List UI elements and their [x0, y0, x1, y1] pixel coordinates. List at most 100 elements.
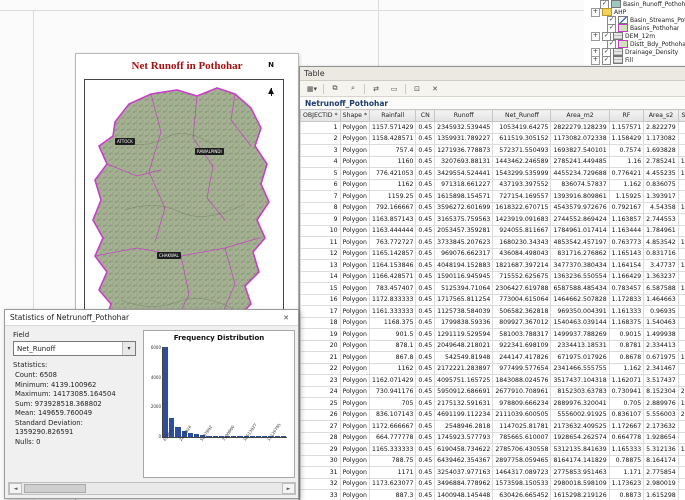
raster-layer-icon	[613, 48, 623, 56]
table-cell: 1165.333333	[370, 444, 416, 456]
table-row[interactable]: 32Polygon1173.6230770.453496884.77896215…	[301, 478, 685, 490]
expander-icon[interactable]: +	[591, 56, 600, 65]
statistics-dialog[interactable]: Statistics of Netrunoff_Pothohar ✕ Field…	[4, 309, 299, 499]
close-icon[interactable]: ✕	[279, 314, 293, 322]
attribute-grid[interactable]: OBJECTID *Shape *RainfallCNRunoffNet_Run…	[300, 109, 685, 500]
dialog-horizontal-scrollbar[interactable]: ◄ ►	[8, 482, 296, 495]
table-cell: 763.772727	[370, 237, 416, 249]
table-row[interactable]: 31Polygon11710.453254037.9771631464317.0…	[301, 467, 685, 479]
table-row[interactable]: 29Polygon1165.3333330.456190458.73462227…	[301, 444, 685, 456]
table-cell: 1172.666667	[370, 421, 416, 433]
field-dropdown[interactable]: Net_Runoff ▾	[13, 341, 136, 356]
table-row[interactable]: 16Polygon1172.8333330.451717565.81125477…	[301, 294, 685, 306]
layer-checkbox[interactable]: ✓	[602, 56, 611, 65]
table-row[interactable]: 6Polygon11620.45971318.661227437193.3975…	[301, 179, 685, 191]
table-row[interactable]: 1Polygon1157.5714290.452345932.539445105…	[301, 122, 685, 134]
table-row[interactable]: 24Polygon730.9411760.455950912.686691267…	[301, 386, 685, 398]
attribute-table-window[interactable]: Table ▦▾ ⧉⌕ ⇄▭ ⊡✕ Netrunoff_Pothohar OBJECT…	[299, 66, 685, 500]
table-cell: 4455234.729688	[551, 168, 609, 180]
chevron-down-icon[interactable]: ▾	[122, 342, 135, 355]
table-cell: 1291119.529594	[435, 329, 493, 341]
table-cell: 23	[301, 375, 341, 387]
table-cell: 10935.239287	[678, 168, 685, 180]
select-by-attributes-button[interactable]: ⌕	[345, 82, 361, 96]
expander-icon[interactable]: +	[591, 32, 600, 41]
table-row[interactable]: 33Polygon887.30.451400948.145448630426.6…	[301, 490, 685, 500]
table-row[interactable]: 3Polygon757.40.451271936.778873572371.55…	[301, 145, 685, 157]
histogram-bar	[275, 436, 280, 437]
table-row[interactable]: 23Polygon1162.0714290.454095751.16572518…	[301, 375, 685, 387]
table-row[interactable]: 4Polygon11600.453207693.881311443462.246…	[301, 156, 685, 168]
table-row[interactable]: 18Polygon1168.3750.451799838.59336809927…	[301, 317, 685, 329]
table-row[interactable]: 7Polygon1159.250.451615898.154571727154.…	[301, 191, 685, 203]
table-cell: 437193.397552	[493, 179, 551, 191]
table-row[interactable]: 13Polygon1164.1538460.454048194.15288318…	[301, 260, 685, 272]
table-row[interactable]: 20Polygon878.10.452049648.218021922341.6…	[301, 340, 685, 352]
table-cell: 3596272.601699	[435, 202, 493, 214]
table-cell: 3165375.759563	[435, 214, 493, 226]
table-row[interactable]: 22Polygon11620.452172221.283897977499.57…	[301, 363, 685, 375]
table-row[interactable]: 28Polygon664.7777780.451745923.577793785…	[301, 432, 685, 444]
layer-icon	[611, 0, 621, 8]
column-header-rainfall[interactable]: Rainfall	[370, 110, 416, 122]
table-options-button[interactable]: ▦▾	[304, 82, 320, 96]
table-cell: 792.166667	[370, 202, 416, 214]
delete-selected-button[interactable]: ✕	[427, 82, 443, 96]
scrollbar-thumb[interactable]	[24, 484, 86, 493]
table-row[interactable]: 14Polygon1166.4285710.451590116.94594571…	[301, 271, 685, 283]
zoom-to-selected-button[interactable]: ⊡	[409, 82, 425, 96]
table-cell: 8779.69487	[678, 478, 685, 490]
table-row[interactable]: 21Polygon867.80.45542549.81948244147.417…	[301, 352, 685, 364]
table-row[interactable]: 15Polygon783.4574070.455125394.710642306…	[301, 283, 685, 295]
table-cell: 2334413.18531	[551, 340, 609, 352]
table-row[interactable]: 12Polygon1165.1428570.45969076.662317436…	[301, 248, 685, 260]
stat-maximum-: Maximum: 14173085.164504	[15, 390, 140, 400]
table-row[interactable]: 19Polygon901.50.451291119.529594581003.7…	[301, 329, 685, 341]
table-window-titlebar[interactable]: Table	[300, 67, 685, 81]
switch-selection-button[interactable]: ⇄	[368, 82, 384, 96]
table-cell: 1172.833333	[370, 294, 416, 306]
expander-icon[interactable]: +	[591, 8, 600, 17]
clear-selection-button[interactable]: ▭	[386, 82, 402, 96]
column-header-objectid-[interactable]: OBJECTID *	[301, 110, 341, 122]
table-row[interactable]: 30Polygon788.750.456439462.3543672897758…	[301, 455, 685, 467]
table-cell: 0.776421	[609, 168, 644, 180]
table-row[interactable]: 26Polygon836.1071430.454691199.112234211…	[301, 409, 685, 421]
column-header-shape-[interactable]: Shape *	[340, 110, 369, 122]
table-row[interactable]: 2Polygon1158.4285710.451359931.789227611…	[301, 133, 685, 145]
layer-item-ahp[interactable]: +AHP	[584, 8, 685, 16]
table-cell: 5790.177254	[678, 317, 685, 329]
table-cell: 2775853.951463	[551, 467, 609, 479]
table-cell: 1443462.246589	[493, 156, 551, 168]
layer-item-basin-streams-pothohar[interactable]: ✓Basin_Streams_Pothohar	[584, 16, 685, 24]
statistics-dialog-titlebar[interactable]: Statistics of Netrunoff_Pothohar ✕	[5, 310, 298, 326]
table-row[interactable]: 27Polygon1172.6666670.452548946.28181147…	[301, 421, 685, 433]
table-row[interactable]: 11Polygon763.7727270.453733845.207623168…	[301, 237, 685, 249]
table-cell: 4543579.972676	[551, 202, 609, 214]
related-tables-button[interactable]: ⧉	[327, 82, 343, 96]
column-header-runoff[interactable]: Runoff	[435, 110, 493, 122]
layer-item-dem-12m[interactable]: +✓DEM_12m	[584, 32, 685, 40]
scroll-right-icon[interactable]: ►	[282, 483, 295, 494]
table-cell: 4.455235	[644, 168, 679, 180]
table-row[interactable]: 9Polygon1163.8571430.453165375.759563142…	[301, 214, 685, 226]
tab-netrunoff-pothohar[interactable]: Netrunoff_Pothohar	[305, 99, 388, 108]
table-cell: Polygon	[340, 340, 369, 352]
column-header-net-runoff[interactable]: Net_Runoff	[493, 110, 551, 122]
table-cell: 4021.354057	[678, 248, 685, 260]
scroll-left-icon[interactable]: ◄	[9, 483, 22, 494]
table-row[interactable]: 17Polygon1161.3333330.451125738.58403950…	[301, 306, 685, 318]
table-row[interactable]: 5Polygon776.4210530.453429554.5244411543…	[301, 168, 685, 180]
column-header-rf[interactable]: RF	[609, 110, 644, 122]
table-cell: 0.45	[416, 432, 435, 444]
column-header-shape-length[interactable]: Shape_Length	[678, 110, 685, 122]
table-row[interactable]: 10Polygon1163.4444440.452053457.35928192…	[301, 225, 685, 237]
column-header-area-m2[interactable]: Area_m2	[551, 110, 609, 122]
column-header-area-s2[interactable]: Area_s2	[644, 110, 679, 122]
table-cell: 8638.195369	[678, 432, 685, 444]
layer-item-fill[interactable]: +✓Fill	[584, 56, 685, 64]
table-cell: Polygon	[340, 237, 369, 249]
table-row[interactable]: 8Polygon792.1666670.453596272.6016991618…	[301, 202, 685, 214]
table-row[interactable]: 25Polygon7050.452175132.591631978809.666…	[301, 398, 685, 410]
column-header-cn[interactable]: CN	[416, 110, 435, 122]
